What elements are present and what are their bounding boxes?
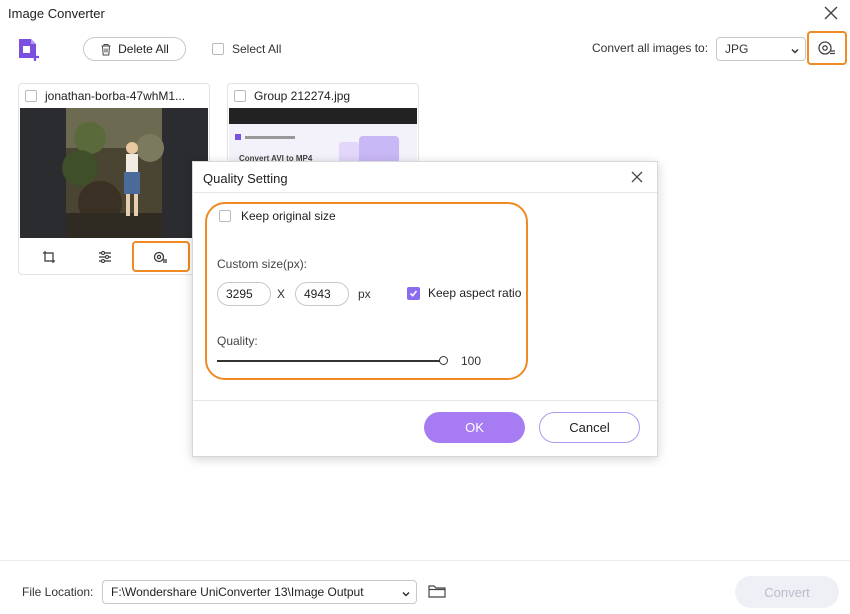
card-header: jonathan-borba-47whM1...: [19, 84, 209, 108]
dialog-title: Quality Setting: [203, 171, 288, 186]
footer-bar: File Location: F:\Wondershare UniConvert…: [0, 560, 850, 614]
convert-all-label: Convert all images to:: [592, 41, 709, 55]
size-separator: X: [277, 287, 286, 301]
convert-button[interactable]: Convert: [735, 576, 839, 608]
slider-thumb[interactable]: [439, 356, 448, 365]
quality-label: Quality:: [217, 334, 258, 348]
select-all-label: Select All: [232, 42, 282, 56]
height-input[interactable]: 4943: [295, 282, 349, 306]
crop-icon[interactable]: [38, 246, 60, 268]
check-icon: [409, 289, 418, 297]
card-checkbox[interactable]: [25, 90, 37, 102]
window-title: Image Converter: [8, 6, 105, 21]
file-location-label: File Location:: [22, 585, 94, 599]
card-checkbox[interactable]: [234, 90, 246, 102]
image-card[interactable]: jonathan-borba-47whM1...: [18, 83, 210, 275]
title-bar: Image Converter: [0, 0, 850, 30]
add-image-icon[interactable]: [16, 36, 42, 62]
chevron-down-icon: [401, 588, 411, 598]
format-dropdown[interactable]: JPG: [716, 37, 806, 61]
quality-settings-button[interactable]: [807, 31, 847, 65]
close-icon[interactable]: [629, 169, 645, 185]
card-filename: jonathan-borba-47whM1...: [45, 89, 186, 103]
quality-setting-dialog: Quality Setting Keep original size Custo…: [192, 161, 658, 457]
unit-label: px: [358, 287, 371, 301]
keep-aspect-label: Keep aspect ratio: [428, 286, 522, 300]
checkbox[interactable]: [212, 43, 224, 55]
select-all-checkbox[interactable]: Select All: [212, 42, 281, 56]
width-value: 3295: [226, 287, 253, 301]
keep-original-size-checkbox[interactable]: Keep original size: [219, 209, 336, 223]
keep-original-label: Keep original size: [241, 209, 336, 223]
custom-size-label: Custom size(px):: [217, 257, 308, 271]
divider: [193, 400, 657, 401]
checkbox[interactable]: [219, 210, 231, 222]
quality-slider[interactable]: [217, 356, 448, 365]
image-thumbnail: [20, 108, 208, 238]
keep-aspect-ratio-checkbox[interactable]: Keep aspect ratio: [407, 286, 521, 300]
settings-gear-icon: [153, 251, 167, 263]
quality-value: 100: [461, 354, 482, 368]
card-quality-settings-button[interactable]: [132, 241, 190, 272]
output-path-dropdown[interactable]: F:\Wondershare UniConverter 13\Image Out…: [102, 580, 417, 604]
cancel-button[interactable]: Cancel: [539, 412, 640, 443]
dialog-header: Quality Setting: [193, 162, 657, 193]
format-value: JPG: [725, 42, 749, 56]
delete-all-label: Delete All: [118, 42, 169, 56]
card-header: Group 212274.jpg: [228, 84, 418, 108]
width-input[interactable]: 3295: [217, 282, 271, 306]
ok-button[interactable]: OK: [424, 412, 525, 443]
close-icon[interactable]: [820, 2, 842, 24]
card-actions: [19, 240, 209, 274]
settings-gear-icon: [818, 41, 835, 55]
card-filename: Group 212274.jpg: [254, 89, 351, 103]
height-value: 4943: [304, 287, 331, 301]
trash-icon: [101, 43, 111, 55]
toolbar: Delete All Select All Convert all images…: [0, 30, 850, 68]
chevron-down-icon: [790, 45, 800, 55]
output-path-value: F:\Wondershare UniConverter 13\Image Out…: [111, 585, 364, 599]
folder-icon[interactable]: [428, 583, 446, 599]
delete-all-button[interactable]: Delete All: [83, 37, 186, 61]
adjust-icon[interactable]: [94, 246, 116, 268]
checkbox-checked[interactable]: [407, 286, 420, 300]
slider-fill: [217, 360, 443, 362]
